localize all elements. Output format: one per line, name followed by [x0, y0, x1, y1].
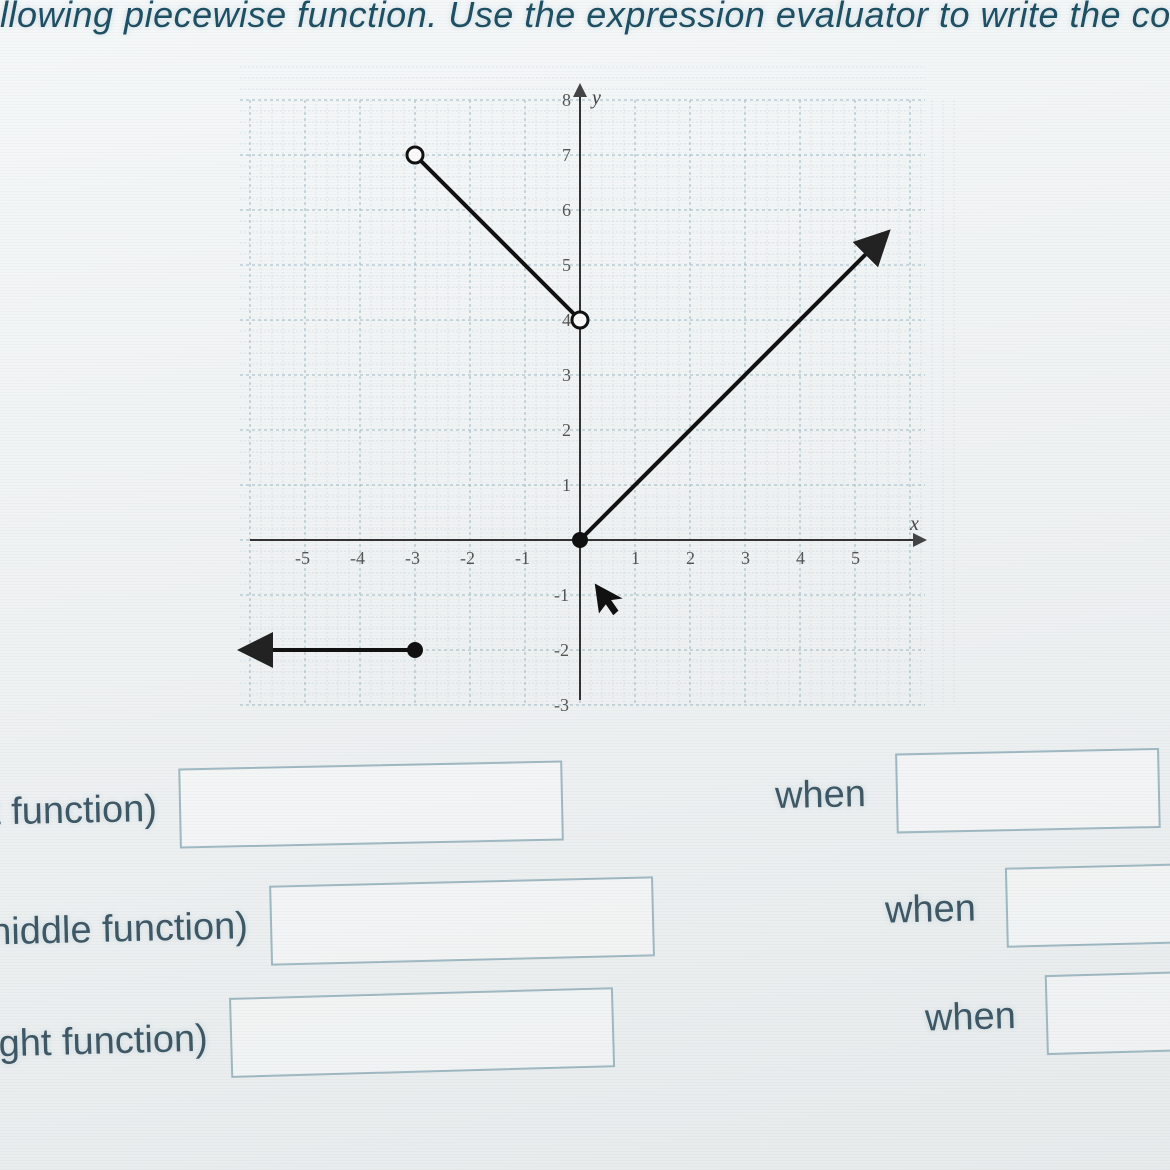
svg-text:4: 4: [562, 310, 571, 330]
row-label-middle: niddle function): [0, 905, 248, 954]
svg-text:7: 7: [562, 145, 571, 165]
when-label-left: when: [775, 773, 867, 818]
when-label-right: when: [924, 994, 1016, 1040]
svg-text:-3: -3: [405, 548, 420, 568]
graph-svg: -5 -4 -3 -2 -1 1 2 3 4 5 -3 -2 -1 1 2 3 4 5 6 7 8 y x: [140, 60, 1020, 720]
answer-area: t function) when niddle function) when i…: [0, 760, 1170, 1096]
answer-row-left: t function) when: [0, 748, 1170, 852]
axes: [250, 90, 920, 700]
svg-text:4: 4: [796, 548, 805, 568]
svg-text:-2: -2: [554, 640, 569, 660]
piecewise-graph: -5 -4 -3 -2 -1 1 2 3 4 5 -3 -2 -1 1 2 3 4 5 6 7 8 y x: [140, 60, 1020, 720]
expression-input-left[interactable]: [178, 760, 564, 848]
piece-left: [255, 642, 423, 658]
grid-major: [240, 100, 925, 705]
row-label-left: t function): [0, 787, 157, 833]
svg-text:-5: -5: [295, 548, 310, 568]
expression-input-right[interactable]: [229, 987, 615, 1078]
svg-text:-2: -2: [460, 548, 475, 568]
svg-text:1: 1: [631, 548, 640, 568]
svg-text:2: 2: [686, 548, 695, 568]
svg-text:-4: -4: [350, 548, 365, 568]
worksheet-page: llowing piecewise function. Use the expr…: [0, 0, 1170, 1170]
svg-text:3: 3: [741, 548, 750, 568]
answer-row-middle: niddle function) when: [0, 864, 1170, 973]
mouse-cursor-icon: [592, 578, 627, 623]
row-label-right: ight function): [0, 1017, 208, 1066]
domain-input-right[interactable]: [1045, 968, 1170, 1055]
svg-text:5: 5: [851, 548, 860, 568]
svg-text:8: 8: [562, 90, 571, 110]
when-label-middle: when: [885, 887, 977, 932]
domain-input-left[interactable]: [895, 748, 1161, 834]
svg-text:6: 6: [562, 200, 571, 220]
svg-text:1: 1: [562, 475, 571, 495]
svg-text:5: 5: [562, 255, 571, 275]
expression-input-middle[interactable]: [269, 876, 655, 965]
domain-input-middle[interactable]: [1005, 861, 1170, 947]
svg-text:-1: -1: [554, 585, 569, 605]
axis-ticks: -5 -4 -3 -2 -1 1 2 3 4 5 -3 -2 -1 1 2 3 4 5 6 7 8: [295, 90, 860, 715]
question-prompt: llowing piecewise function. Use the expr…: [0, 0, 1170, 36]
y-axis-label: y: [590, 87, 601, 109]
svg-text:-3: -3: [554, 695, 569, 715]
piece-middle: [407, 147, 588, 328]
answer-row-right: ight function) when: [0, 972, 1170, 1085]
x-axis-label: x: [909, 513, 919, 535]
piece-right: [572, 242, 878, 548]
svg-text:2: 2: [562, 420, 571, 440]
svg-text:3: 3: [562, 365, 571, 385]
svg-text:-1: -1: [515, 548, 530, 568]
